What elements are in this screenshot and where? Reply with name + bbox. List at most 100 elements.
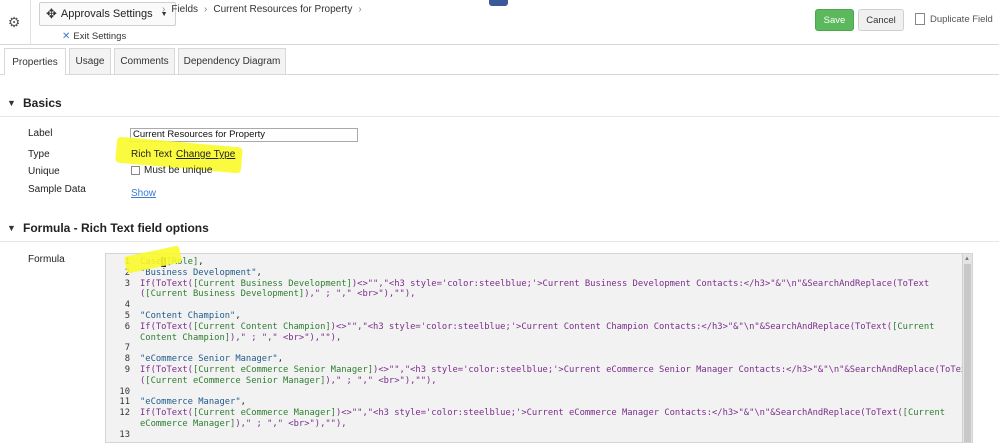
- code-token: "Content Champion": [140, 311, 236, 321]
- must-be-unique-label: Must be unique: [144, 165, 213, 176]
- line-number: 7: [124, 343, 130, 354]
- change-type-link[interactable]: Change Type: [176, 149, 235, 160]
- code-line: eCommerce Manager])," ; "," <br>"),""),: [140, 419, 347, 429]
- line-number: 8: [124, 354, 130, 365]
- code-token: "eCommerce Senior Manager": [140, 354, 278, 365]
- tab-bar: Properties Usage Comments Dependency Dia…: [0, 48, 999, 75]
- code-token: ,: [240, 397, 246, 408]
- exit-settings-link[interactable]: ✕ Exit Settings: [62, 31, 126, 42]
- code-line: If(ToText([Current Business Development]…: [140, 279, 929, 289]
- code-token: [Current Content Champion]: [192, 321, 331, 332]
- code-line: If(ToText([Current eCommerce Manager])<>…: [140, 408, 945, 418]
- code-line: If(ToText([Current Content Champion])<>"…: [140, 322, 934, 332]
- chevron-down-icon: ▼: [7, 98, 16, 108]
- scrollbar-thumb[interactable]: [964, 264, 971, 442]
- header-divider: [30, 0, 31, 44]
- code-token: ,: [235, 311, 241, 321]
- code-token: If(ToText(: [140, 365, 193, 375]
- code-token: [Current eCommerce Senior Manager]: [145, 375, 326, 386]
- code-token: "eCommerce Manager": [140, 397, 241, 408]
- code-token: )<>"","<h3 style='color:steelblue;'>Curr…: [335, 408, 903, 419]
- code-line: "eCommerce Manager",: [140, 397, 246, 407]
- formula-section-header[interactable]: ▼ Formula - Rich Text field options: [0, 217, 999, 239]
- code-token: ,: [277, 354, 283, 365]
- breadcrumb: › Fields › Current Resources for Propert…: [156, 2, 368, 16]
- app-dropdown-label: Approvals Settings: [60, 8, 153, 20]
- line-number: 5: [124, 311, 130, 321]
- code-line: ([Current Business Development])," ; ","…: [140, 289, 415, 299]
- close-icon: ✕: [62, 31, 71, 42]
- chevron-right-icon: ›: [204, 3, 208, 15]
- line-number: 6: [124, 321, 130, 332]
- line-number: 12: [119, 408, 130, 419]
- code-token: )," ; "," <br>"),""),: [325, 375, 437, 386]
- line-number: 10: [119, 386, 130, 397]
- code-token: )," ; "," <br>"),""),: [304, 289, 416, 300]
- code-line: "eCommerce Senior Manager",: [140, 354, 283, 364]
- formula-code-editor[interactable]: 12345678910111213 Case([Role],"Business …: [105, 253, 973, 443]
- duplicate-icon: [915, 11, 928, 25]
- line-number: 11: [119, 397, 130, 408]
- tab-usage[interactable]: Usage: [69, 48, 111, 74]
- code-token: "Business Development": [140, 267, 257, 278]
- chevron-right-icon: ›: [358, 3, 362, 15]
- chevron-down-icon: ▼: [7, 223, 16, 233]
- type-field-label: Type: [28, 149, 50, 160]
- basics-section-header[interactable]: ▼ Basics: [0, 92, 999, 114]
- duplicate-field-button[interactable]: Duplicate Field: [915, 9, 993, 29]
- line-number: 3: [124, 278, 130, 289]
- must-be-unique-checkbox[interactable]: [131, 166, 140, 175]
- breadcrumb-current-field[interactable]: Current Resources for Property: [213, 4, 352, 15]
- exit-settings-label: Exit Settings: [73, 31, 127, 42]
- unique-field-label: Unique: [28, 166, 60, 177]
- line-number-gutter: 12345678910111213: [106, 254, 134, 442]
- scroll-up-icon: ▲: [964, 256, 970, 262]
- code-token: ,: [256, 267, 262, 278]
- code-token: If(ToText(: [140, 408, 193, 419]
- line-number: 4: [124, 300, 130, 311]
- code-token: )<>"","<h3 style='color:steelblue;'>Curr…: [330, 321, 893, 332]
- code-token: [Current Business Development]: [145, 289, 305, 300]
- formula-title: Formula - Rich Text field options: [23, 221, 209, 235]
- breadcrumb-fields[interactable]: Fields: [171, 4, 198, 15]
- code-token: [Current: [902, 408, 946, 419]
- code-line: "Business Development",: [140, 268, 262, 278]
- code-token: If(ToText(: [140, 321, 193, 332]
- settings-header: ⚙ ✥ Approvals Settings ▼ › Fields › Curr…: [0, 0, 999, 45]
- formula-field-label: Formula: [28, 254, 65, 265]
- code-token: Content Champion]: [140, 332, 231, 343]
- sample-data-label: Sample Data: [28, 184, 86, 195]
- duplicate-field-label: Duplicate Field: [930, 13, 993, 25]
- code-token: )," ; "," <br>"),""),: [235, 419, 347, 429]
- show-sample-data-link[interactable]: Show: [131, 188, 156, 199]
- code-token: ,: [198, 257, 204, 267]
- code-token: [Current: [892, 321, 935, 332]
- code-line: "Content Champion",: [140, 311, 241, 321]
- basics-title: Basics: [23, 96, 62, 110]
- code-token: If(ToText(: [140, 278, 193, 289]
- facebook-icon: [489, 0, 508, 6]
- code-token: eCommerce Manager]: [140, 419, 236, 429]
- tab-properties[interactable]: Properties: [4, 48, 66, 75]
- code-token: [Current eCommerce Senior Manager]: [192, 365, 374, 375]
- code-line: Content Champion])," ; "," <br>"),""),: [140, 333, 341, 343]
- label-field-label: Label: [28, 128, 53, 139]
- code-token: )," ; "," <br>"),""),: [230, 332, 342, 343]
- apps-icon: ✥: [46, 6, 57, 21]
- save-button[interactable]: Save: [815, 9, 854, 31]
- code-token: [Current eCommerce Manager]: [192, 408, 336, 419]
- code-line: If(ToText([Current eCommerce Senior Mana…: [140, 365, 972, 375]
- code-token: [Current Business Development]: [192, 278, 352, 289]
- line-number: 9: [124, 365, 130, 375]
- code-line: ([Current eCommerce Senior Manager])," ;…: [140, 376, 437, 386]
- section-divider: [0, 241, 999, 242]
- gear-icon[interactable]: ⚙: [6, 14, 22, 30]
- tab-dependency-diagram[interactable]: Dependency Diagram: [178, 48, 286, 74]
- code-token: )<>"","<h3 style='color:steelblue;'>Curr…: [351, 278, 930, 289]
- chevron-right-icon: ›: [162, 3, 166, 15]
- cancel-button[interactable]: Cancel: [858, 9, 904, 31]
- section-divider: [0, 116, 999, 117]
- code-token: )<>"","<h3 style='color:steelblue;'>Curr…: [373, 365, 972, 375]
- editor-scrollbar[interactable]: ▲: [962, 254, 972, 442]
- tab-comments[interactable]: Comments: [114, 48, 175, 74]
